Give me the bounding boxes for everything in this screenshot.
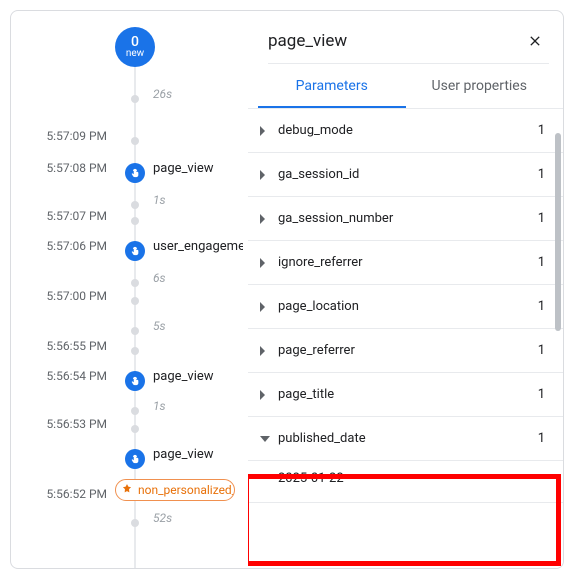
param-name: debug_mode xyxy=(278,123,538,138)
tab-parameters[interactable]: Parameters xyxy=(258,64,406,108)
param-count: 1 xyxy=(538,299,545,314)
property-chip[interactable]: non_personalized_ads xyxy=(115,479,235,501)
param-count: 1 xyxy=(538,387,545,402)
event-name[interactable]: user_engagement xyxy=(153,239,243,254)
param-count: 1 xyxy=(538,211,545,226)
timeline-tick xyxy=(131,347,139,355)
parameter-list: debug_mode1ga_session_id1ga_session_numb… xyxy=(248,109,563,568)
new-label: new xyxy=(126,49,144,59)
timeline-tick xyxy=(131,407,139,415)
duration-label: 1s xyxy=(153,399,166,413)
param-row[interactable]: published_date1 xyxy=(248,417,563,461)
timestamp: 5:56:54 PM xyxy=(17,369,107,383)
timeline-tick xyxy=(131,217,139,225)
tabs: Parameters User properties xyxy=(248,64,563,109)
timeline-tick xyxy=(131,95,139,103)
timestamp: 5:57:07 PM xyxy=(17,209,107,223)
param-name: page_referrer xyxy=(278,343,538,358)
panel-title: page_view xyxy=(268,31,347,51)
param-name: ga_session_id xyxy=(278,167,538,182)
event-name[interactable]: page_view xyxy=(153,161,214,176)
timeline-tick xyxy=(131,297,139,305)
timestamp: 5:57:09 PM xyxy=(17,129,107,143)
event-name[interactable]: page_view xyxy=(153,369,214,384)
param-name: ignore_referrer xyxy=(278,255,538,270)
touch-icon[interactable] xyxy=(125,241,145,261)
param-row[interactable]: ignore_referrer1 xyxy=(248,241,563,285)
timestamp: 5:56:55 PM xyxy=(17,339,107,353)
param-count: 1 xyxy=(538,123,545,138)
timeline-tick xyxy=(131,279,139,287)
caret-right-icon xyxy=(260,346,265,356)
param-name: page_title xyxy=(278,387,538,402)
duration-label: 5s xyxy=(153,319,166,333)
param-row[interactable]: ga_session_number1 xyxy=(248,197,563,241)
param-row[interactable]: ga_session_id1 xyxy=(248,153,563,197)
timeline-tick xyxy=(131,137,139,145)
timestamp: 5:56:52 PM xyxy=(17,487,107,501)
timeline-tick xyxy=(131,327,139,335)
caret-right-icon xyxy=(260,214,265,224)
param-row[interactable]: page_title1 xyxy=(248,373,563,417)
param-count: 1 xyxy=(538,343,545,358)
caret-right-icon xyxy=(260,170,265,180)
touch-icon[interactable] xyxy=(125,163,145,183)
timeline: 0 new 26s 5:57:09 PM 5:57:08 PM page_view 1s… xyxy=(11,17,241,568)
touch-icon[interactable] xyxy=(125,449,145,469)
scrollbar[interactable] xyxy=(555,133,561,331)
duration-label: 26s xyxy=(153,87,172,101)
param-value: 2025-01-22 xyxy=(248,461,563,503)
timeline-tick xyxy=(131,425,139,433)
duration-label: 6s xyxy=(153,271,166,285)
caret-down-icon xyxy=(260,436,270,442)
caret-right-icon xyxy=(260,258,265,268)
chip-label: non_personalized_ads xyxy=(138,483,235,497)
param-name: ga_session_number xyxy=(278,211,538,226)
new-events-badge[interactable]: 0 new xyxy=(115,27,155,67)
tab-user-properties[interactable]: User properties xyxy=(406,64,554,108)
param-row[interactable]: debug_mode1 xyxy=(248,109,563,153)
new-count: 0 xyxy=(131,35,139,49)
param-count: 1 xyxy=(538,431,545,446)
timestamp: 5:57:08 PM xyxy=(17,161,107,175)
event-name[interactable]: page_view xyxy=(153,447,214,462)
param-row[interactable]: page_location1 xyxy=(248,285,563,329)
touch-icon[interactable] xyxy=(125,371,145,391)
timeline-tick xyxy=(131,201,139,209)
param-name: published_date xyxy=(278,431,538,446)
duration-label: 1s xyxy=(153,193,166,207)
timestamp: 5:56:53 PM xyxy=(17,417,107,431)
caret-right-icon xyxy=(260,390,265,400)
duration-label: 52s xyxy=(153,511,172,525)
param-count: 1 xyxy=(538,255,545,270)
caret-right-icon xyxy=(260,126,265,136)
param-count: 1 xyxy=(538,167,545,182)
timestamp: 5:57:06 PM xyxy=(17,239,107,253)
close-icon[interactable] xyxy=(525,31,545,51)
event-detail-panel: page_view Parameters User properties deb… xyxy=(247,17,563,568)
timeline-tick xyxy=(131,519,139,527)
param-row[interactable]: page_referrer1 xyxy=(248,329,563,373)
param-name: page_location xyxy=(278,299,538,314)
caret-right-icon xyxy=(260,302,265,312)
timestamp: 5:57:00 PM xyxy=(17,289,107,303)
